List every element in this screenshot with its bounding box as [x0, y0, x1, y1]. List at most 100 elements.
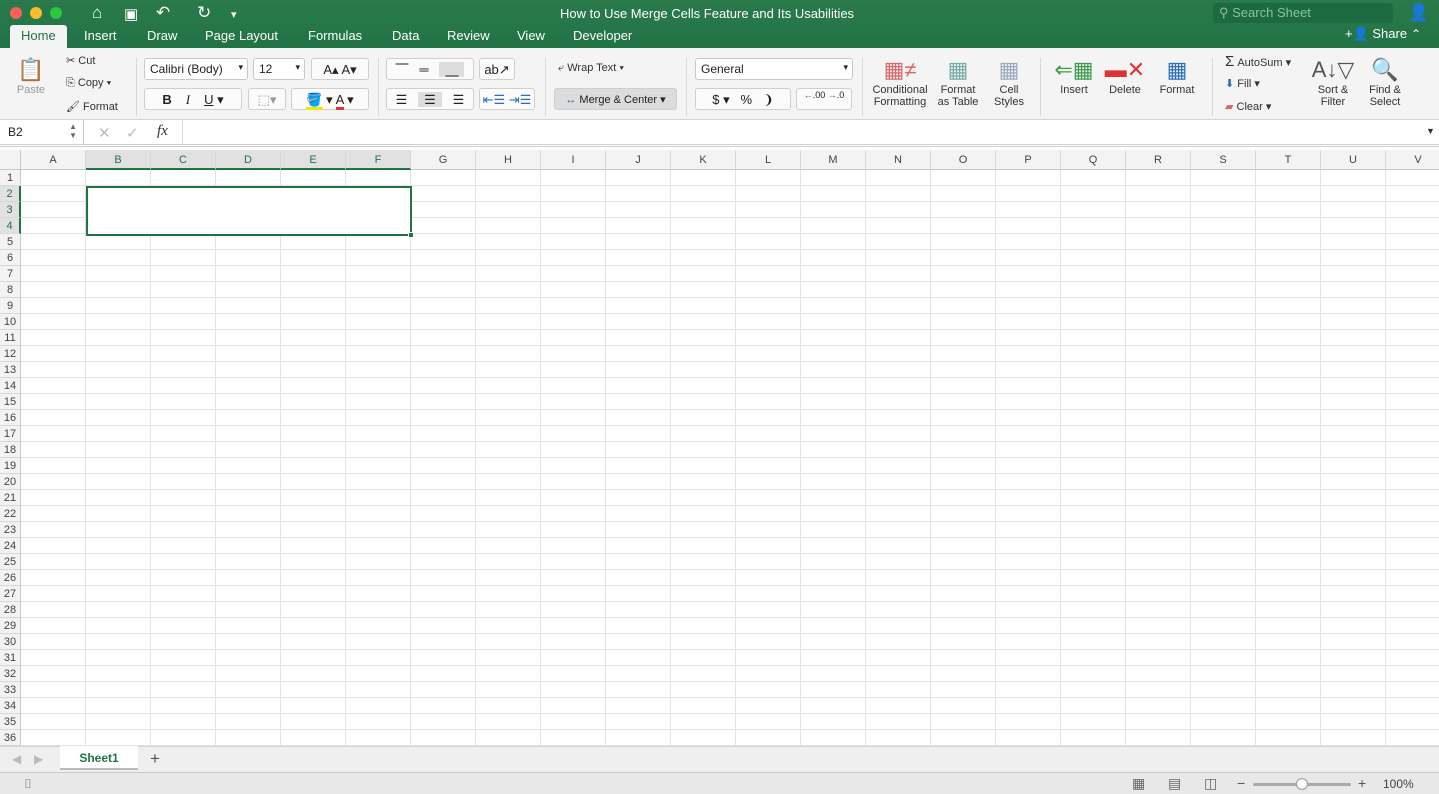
cut-button[interactable]: ✂ Cut [66, 54, 95, 67]
row-header-20[interactable]: 20 [0, 474, 21, 490]
column-header-s[interactable]: S [1191, 150, 1256, 170]
zoom-in-button[interactable]: + [1358, 775, 1366, 791]
row-header-15[interactable]: 15 [0, 394, 21, 410]
column-header-u[interactable]: U [1321, 150, 1386, 170]
tab-home[interactable]: Home [10, 25, 67, 48]
find-select-button[interactable]: 🔍 Find & Select [1362, 56, 1408, 108]
column-header-b[interactable]: B [86, 150, 151, 170]
worksheet-grid[interactable]: ABCDEFGHIJKLMNOPQRSTUV 1 2 3 4 5 6 7 8 9 10 11 12 13… [0, 150, 1439, 746]
zoom-out-button[interactable]: − [1237, 775, 1245, 791]
undo-icon[interactable]: ↶ [156, 3, 170, 23]
row-header-11[interactable]: 11 [0, 330, 21, 346]
insert-function-button[interactable]: fx [157, 123, 168, 140]
column-header-q[interactable]: Q [1061, 150, 1126, 170]
font-size-select[interactable]: 12 ▾ [253, 58, 305, 80]
row-header-21[interactable]: 21 [0, 490, 21, 506]
enter-icon[interactable]: ✓ [126, 124, 139, 142]
column-header-h[interactable]: H [476, 150, 541, 170]
column-header-c[interactable]: C [151, 150, 216, 170]
normal-view-icon[interactable]: ▦ [1132, 775, 1145, 792]
sort-filter-button[interactable]: A↓▽ Sort & Filter [1310, 56, 1356, 108]
sheet-tab-sheet1[interactable]: Sheet1 [60, 746, 138, 770]
column-header-n[interactable]: N [866, 150, 931, 170]
row-header-9[interactable]: 9 [0, 298, 21, 314]
row-header-26[interactable]: 26 [0, 570, 21, 586]
zoom-window-button[interactable] [50, 7, 62, 19]
zoom-slider-thumb[interactable] [1296, 778, 1308, 790]
row-header-24[interactable]: 24 [0, 538, 21, 554]
select-all-button[interactable] [0, 150, 21, 170]
search-sheet-input[interactable]: ⚲ Search Sheet [1213, 3, 1393, 23]
account-icon[interactable]: 👤 [1408, 3, 1429, 23]
row-header-25[interactable]: 25 [0, 554, 21, 570]
row-header-16[interactable]: 16 [0, 410, 21, 426]
home-icon[interactable]: ⌂ [92, 3, 102, 23]
currency-button[interactable]: $ [712, 92, 719, 107]
page-break-view-icon[interactable]: ◫ [1204, 775, 1217, 792]
wrap-text-button[interactable]: ⤶ Wrap Text ▾ [558, 62, 624, 75]
row-header-3[interactable]: 3 [0, 202, 21, 218]
align-middle-icon[interactable]: ═ [419, 62, 428, 77]
column-header-t[interactable]: T [1256, 150, 1321, 170]
row-header-4[interactable]: 4 [0, 218, 21, 234]
row-header-1[interactable]: 1 [0, 170, 21, 186]
formula-input[interactable] [182, 120, 1422, 144]
format-painter-button[interactable]: 🖌 Format [66, 100, 118, 113]
row-header-17[interactable]: 17 [0, 426, 21, 442]
close-window-button[interactable] [10, 7, 22, 19]
decrease-indent-icon[interactable]: ⇤☰ [483, 92, 506, 107]
row-header-7[interactable]: 7 [0, 266, 21, 282]
number-format-select[interactable]: General ▾ [695, 58, 853, 80]
row-header-34[interactable]: 34 [0, 698, 21, 714]
row-header-12[interactable]: 12 [0, 346, 21, 362]
column-header-l[interactable]: L [736, 150, 801, 170]
tab-view[interactable]: View [517, 28, 545, 43]
merge-center-button[interactable]: ↔ Merge & Center ▾ [554, 88, 677, 110]
format-cells-button[interactable]: ▦ Format [1154, 56, 1200, 96]
column-header-d[interactable]: D [216, 150, 281, 170]
merged-cell-b2-f4[interactable] [86, 186, 414, 238]
minimize-window-button[interactable] [30, 7, 42, 19]
tab-data[interactable]: Data [392, 28, 419, 43]
customize-toolbar-icon[interactable]: ▾ [231, 8, 237, 21]
row-header-28[interactable]: 28 [0, 602, 21, 618]
clear-button[interactable]: ▰ Clear ▾ [1225, 100, 1271, 113]
tab-developer[interactable]: Developer [573, 28, 632, 43]
column-header-o[interactable]: O [931, 150, 996, 170]
row-header-23[interactable]: 23 [0, 522, 21, 538]
font-size-grow-shrink[interactable]: A▴ A▾ [311, 58, 369, 80]
fill-button[interactable]: ⬇ Fill ▾ [1225, 77, 1260, 90]
row-header-29[interactable]: 29 [0, 618, 21, 634]
row-header-33[interactable]: 33 [0, 682, 21, 698]
row-header-14[interactable]: 14 [0, 378, 21, 394]
borders-button[interactable]: ⬚▾ [248, 88, 286, 110]
fill-color-button[interactable]: 🪣 [306, 92, 323, 110]
redo-icon[interactable]: ↻ [197, 3, 211, 23]
row-header-22[interactable]: 22 [0, 506, 21, 522]
autosum-button[interactable]: Σ AutoSum ▾ [1225, 53, 1291, 70]
format-as-table-button[interactable]: ▦ Format as Table [934, 56, 982, 108]
font-name-select[interactable]: Calibri (Body) ▾ [144, 58, 248, 80]
row-header-10[interactable]: 10 [0, 314, 21, 330]
save-icon[interactable]: ▣ [124, 5, 138, 23]
column-header-j[interactable]: J [606, 150, 671, 170]
row-header-31[interactable]: 31 [0, 650, 21, 666]
font-color-button[interactable]: A [335, 92, 344, 110]
increase-decimal-button[interactable]: ←.00 [804, 90, 826, 100]
increase-indent-icon[interactable]: ⇥☰ [509, 92, 532, 107]
cell-area[interactable] [21, 170, 1439, 746]
prev-sheet-icon[interactable]: ◀ [12, 752, 21, 766]
column-header-e[interactable]: E [281, 150, 346, 170]
row-header-32[interactable]: 32 [0, 666, 21, 682]
tab-review[interactable]: Review [447, 28, 490, 43]
row-header-27[interactable]: 27 [0, 586, 21, 602]
increase-font-icon[interactable]: A▴ [323, 62, 338, 77]
column-header-r[interactable]: R [1126, 150, 1191, 170]
column-header-p[interactable]: P [996, 150, 1061, 170]
row-header-5[interactable]: 5 [0, 234, 21, 250]
paste-button[interactable]: 📋 Paste [12, 56, 50, 96]
macro-record-icon[interactable]: ⌷ [24, 776, 32, 792]
zoom-slider[interactable] [1253, 778, 1351, 790]
column-header-m[interactable]: M [801, 150, 866, 170]
row-header-2[interactable]: 2 [0, 186, 21, 202]
